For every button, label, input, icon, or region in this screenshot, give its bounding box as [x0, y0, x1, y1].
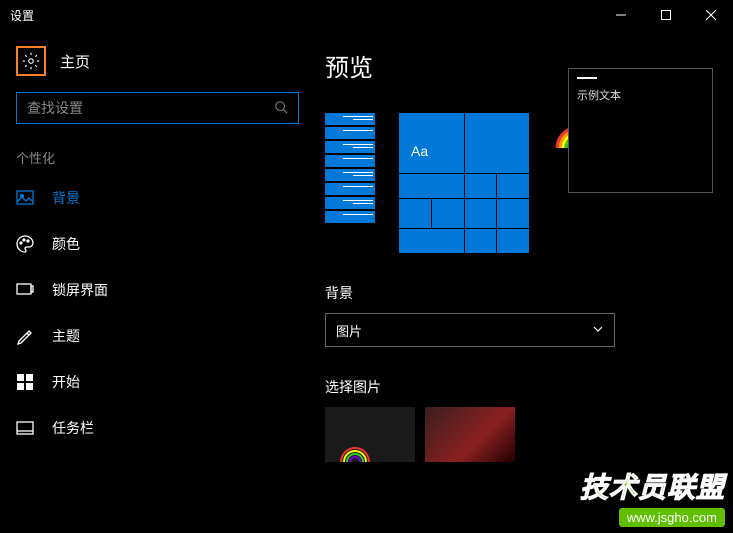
search-icon	[274, 100, 288, 117]
sidebar-item-label: 锁屏界面	[52, 280, 108, 300]
background-section-label: 背景	[325, 283, 733, 303]
taskbar-preview	[325, 113, 375, 225]
chevron-down-icon	[592, 323, 604, 338]
desktop-window-preview: 示例文本	[568, 68, 713, 193]
search-box[interactable]	[16, 92, 299, 124]
home-button[interactable]: 主页	[0, 40, 315, 82]
sidebar-item-label: 开始	[52, 372, 80, 392]
choose-picture-label: 选择图片	[325, 377, 733, 397]
background-type-dropdown[interactable]: 图片	[325, 313, 615, 347]
sidebar-item-colors[interactable]: 颜色	[0, 221, 315, 267]
sidebar-item-label: 主题	[52, 326, 80, 346]
sidebar-item-start[interactable]: 开始	[0, 359, 315, 405]
search-input[interactable]	[27, 100, 274, 116]
sidebar-item-label: 背景	[52, 188, 80, 208]
palette-icon	[16, 235, 34, 253]
sidebar-item-lockscreen[interactable]: 锁屏界面	[0, 267, 315, 313]
picture-thumbnails	[325, 407, 733, 462]
window-title: 设置	[10, 7, 34, 24]
category-label: 个性化	[0, 134, 315, 175]
content-pane: 预览 Aa 示例文本	[315, 30, 733, 533]
lock-screen-icon	[16, 281, 34, 299]
maximize-button[interactable]	[643, 0, 688, 30]
dropdown-value: 图片	[336, 321, 362, 340]
sidebar-item-label: 任务栏	[52, 418, 94, 438]
titlebar: 设置	[0, 0, 733, 30]
start-menu-preview: Aa	[399, 113, 529, 253]
sidebar: 主页 个性化 背景 颜色	[0, 30, 315, 533]
sidebar-item-taskbar[interactable]: 任务栏	[0, 405, 315, 451]
preview-area: Aa 示例文本	[325, 113, 733, 253]
font-sample: Aa	[411, 143, 428, 159]
gear-icon-highlighted	[16, 46, 46, 76]
window-controls	[598, 0, 733, 30]
picture-thumb[interactable]	[325, 407, 415, 462]
sidebar-item-background[interactable]: 背景	[0, 175, 315, 221]
theme-icon	[16, 327, 34, 345]
sample-text: 示例文本	[577, 87, 704, 103]
sidebar-item-label: 颜色	[52, 234, 80, 254]
minimize-button[interactable]	[598, 0, 643, 30]
taskbar-icon	[16, 419, 34, 437]
home-label: 主页	[60, 51, 90, 72]
picture-thumb[interactable]	[425, 407, 515, 462]
start-icon	[16, 373, 34, 391]
image-icon	[16, 189, 34, 207]
sidebar-item-themes[interactable]: 主题	[0, 313, 315, 359]
close-button[interactable]	[688, 0, 733, 30]
